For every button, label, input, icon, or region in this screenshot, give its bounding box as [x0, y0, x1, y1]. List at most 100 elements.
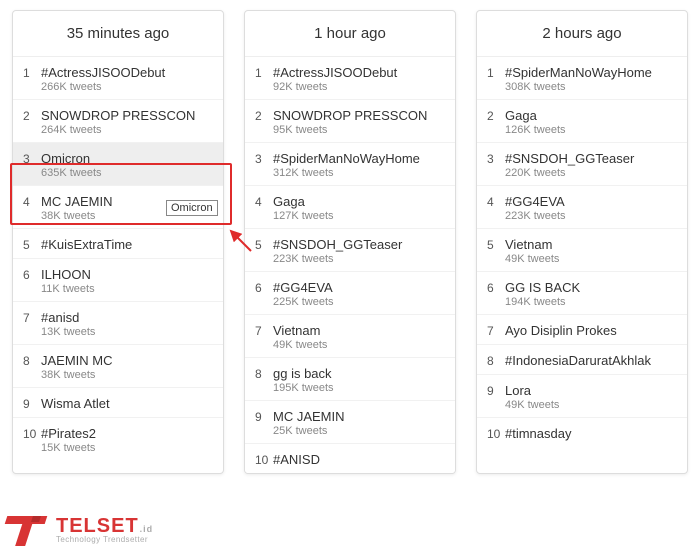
trend-name: SNOWDROP PRESSCON [273, 108, 443, 123]
card-time-header: 35 minutes ago [13, 11, 223, 57]
trend-item[interactable]: 4Gaga127K tweets [245, 186, 455, 229]
trend-body: #KuisExtraTime [41, 237, 211, 252]
trend-body: Gaga126K tweets [505, 108, 675, 136]
trend-body: Vietnam49K tweets [505, 237, 675, 265]
trend-item[interactable]: 8#IndonesiaDaruratAkhlak [477, 345, 687, 375]
trend-name: Vietnam [273, 323, 443, 338]
trend-body: Vietnam49K tweets [273, 323, 443, 351]
card-time-header: 2 hours ago [477, 11, 687, 57]
trend-item[interactable]: 4MC JAEMIN38K tweets [13, 186, 223, 229]
trend-name: GG IS BACK [505, 280, 675, 295]
trend-item[interactable]: 7#anisd13K tweets [13, 302, 223, 345]
trend-count: 220K tweets [505, 167, 675, 179]
trend-item[interactable]: 1#SpiderManNoWayHome308K tweets [477, 57, 687, 100]
trend-name: Gaga [273, 194, 443, 209]
trend-body: JAEMIN MC38K tweets [41, 353, 211, 381]
trend-item[interactable]: 10#timnasday [477, 418, 687, 447]
trend-item[interactable]: 9Wisma Atlet [13, 388, 223, 418]
trend-count: 49K tweets [505, 253, 675, 265]
trend-rank: 6 [23, 267, 41, 282]
trend-rank: 3 [255, 151, 273, 166]
trend-count: 223K tweets [273, 253, 443, 265]
trend-rank: 5 [255, 237, 273, 252]
trend-rank: 1 [23, 65, 41, 80]
trend-item[interactable]: 6GG IS BACK194K tweets [477, 272, 687, 315]
trend-rank: 8 [23, 353, 41, 368]
trend-rank: 7 [487, 323, 505, 338]
trend-body: GG IS BACK194K tweets [505, 280, 675, 308]
trend-body: Ayo Disiplin Prokes [505, 323, 675, 338]
trend-item[interactable]: 7Ayo Disiplin Prokes [477, 315, 687, 345]
trend-rank: 3 [487, 151, 505, 166]
trend-count: 25K tweets [273, 425, 443, 437]
watermark-tagline: Technology Trendsetter [56, 536, 153, 544]
trend-rank: 10 [23, 426, 41, 441]
trend-body: Gaga127K tweets [273, 194, 443, 222]
trend-name: #SpiderManNoWayHome [273, 151, 443, 166]
trend-item[interactable]: 7Vietnam49K tweets [245, 315, 455, 358]
trend-rank: 8 [255, 366, 273, 381]
trend-count: 127K tweets [273, 210, 443, 222]
trend-body: ILHOON11K tweets [41, 267, 211, 295]
card-time-header: 1 hour ago [245, 11, 455, 57]
trend-item[interactable]: 5#SNSDOH_GGTeaser223K tweets [245, 229, 455, 272]
trend-item[interactable]: 9MC JAEMIN25K tweets [245, 401, 455, 444]
trend-name: Wisma Atlet [41, 396, 211, 411]
trend-count: 635K tweets [41, 167, 211, 179]
trend-card: 1 hour ago1#ActressJISOODebut92K tweets2… [244, 10, 456, 474]
trend-body: Lora49K tweets [505, 383, 675, 411]
trend-item[interactable]: 5#KuisExtraTime [13, 229, 223, 259]
trend-count: 11K tweets [41, 283, 211, 295]
trend-name: SNOWDROP PRESSCON [41, 108, 211, 123]
trend-item[interactable]: 2SNOWDROP PRESSCON264K tweets [13, 100, 223, 143]
trend-item[interactable]: 1#ActressJISOODebut92K tweets [245, 57, 455, 100]
trend-body: gg is back195K tweets [273, 366, 443, 394]
trend-item[interactable]: 2Gaga126K tweets [477, 100, 687, 143]
trend-body: #IndonesiaDaruratAkhlak [505, 353, 675, 368]
trend-count: 13K tweets [41, 326, 211, 338]
trend-rank: 7 [255, 323, 273, 338]
trend-item[interactable]: 8JAEMIN MC38K tweets [13, 345, 223, 388]
trend-rank: 8 [487, 353, 505, 368]
trend-item[interactable]: 3Omicron635K tweets [13, 143, 223, 186]
trend-item[interactable]: 2SNOWDROP PRESSCON95K tweets [245, 100, 455, 143]
trend-body: Omicron635K tweets [41, 151, 211, 179]
trend-name: gg is back [273, 366, 443, 381]
trend-body: #GG4EVA223K tweets [505, 194, 675, 222]
trend-item[interactable]: 8gg is back195K tweets [245, 358, 455, 401]
trend-item[interactable]: 3#SpiderManNoWayHome312K tweets [245, 143, 455, 186]
trend-name: MC JAEMIN [41, 194, 211, 209]
trend-name: Gaga [505, 108, 675, 123]
trend-item[interactable]: 3#SNSDOH_GGTeaser220K tweets [477, 143, 687, 186]
trend-count: 49K tweets [273, 339, 443, 351]
trend-name: #GG4EVA [505, 194, 675, 209]
trend-item[interactable]: 10#Pirates215K tweets [13, 418, 223, 460]
trend-rank: 7 [23, 310, 41, 325]
trend-body: #ActressJISOODebut92K tweets [273, 65, 443, 93]
trend-rank: 10 [487, 426, 505, 441]
trend-name: ILHOON [41, 267, 211, 282]
trend-name: #timnasday [505, 426, 675, 441]
trend-count: 38K tweets [41, 369, 211, 381]
trend-name: #ANISD [273, 452, 443, 467]
trend-name: #KuisExtraTime [41, 237, 211, 252]
trend-name: #ActressJISOODebut [273, 65, 443, 80]
trend-name: MC JAEMIN [273, 409, 443, 424]
trend-name: Lora [505, 383, 675, 398]
trend-rank: 3 [23, 151, 41, 166]
watermark-logo-icon [6, 510, 52, 550]
trend-item[interactable]: 9Lora49K tweets [477, 375, 687, 418]
trend-body: #ANISD [273, 452, 443, 467]
trend-body: #Pirates215K tweets [41, 426, 211, 454]
trend-name: Omicron [41, 151, 211, 166]
watermark-suffix: .id [140, 525, 154, 534]
trend-item[interactable]: 6#GG4EVA225K tweets [245, 272, 455, 315]
trend-item[interactable]: 5Vietnam49K tweets [477, 229, 687, 272]
trend-count: 92K tweets [273, 81, 443, 93]
trend-item[interactable]: 4#GG4EVA223K tweets [477, 186, 687, 229]
trend-item[interactable]: 1#ActressJISOODebut266K tweets [13, 57, 223, 100]
trend-count: 126K tweets [505, 124, 675, 136]
trend-item[interactable]: 6ILHOON11K tweets [13, 259, 223, 302]
trend-body: #SNSDOH_GGTeaser223K tweets [273, 237, 443, 265]
trend-item[interactable]: 10#ANISD [245, 444, 455, 473]
